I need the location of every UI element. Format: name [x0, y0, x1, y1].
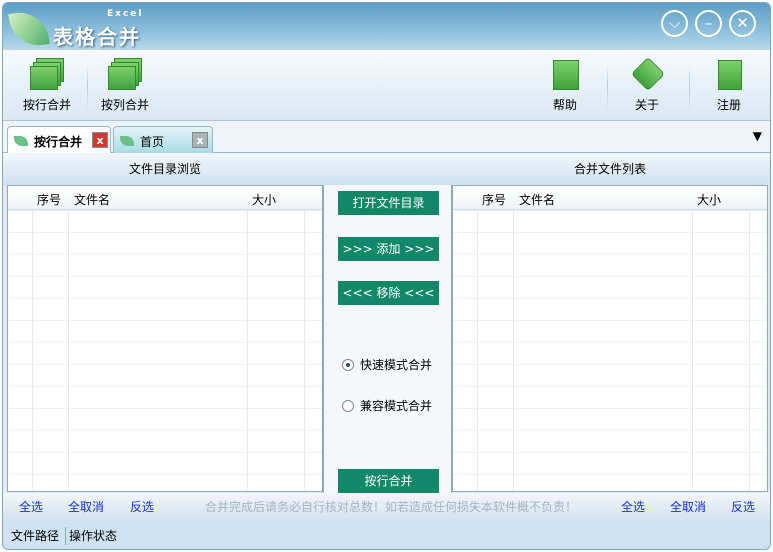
toolbar: 按行合并 按列合并 帮助 关于 注册 — [3, 50, 770, 121]
right-panel-title: 合并文件列表 — [573, 162, 646, 176]
disclaimer-text: 合并完成后请务必自行核对总数！如若造成任何损失本软件概不负责！ — [205, 500, 578, 514]
merge-button[interactable]: 按行合并 — [338, 469, 439, 493]
leaf-logo-icon — [8, 8, 50, 50]
compat-mode-radio[interactable]: 兼容模式合并 — [342, 397, 432, 414]
right-invert-link[interactable]: 反选 — [731, 493, 755, 521]
merge-list-grid[interactable]: 序号 文件名 大小 — [452, 185, 768, 492]
help-book-icon — [548, 58, 582, 90]
tab-home[interactable]: 首页 x — [113, 126, 213, 153]
open-directory-button[interactable]: 打开文件目录 — [338, 191, 439, 215]
col-index[interactable]: 序号 — [482, 191, 506, 208]
merge-by-col-button[interactable]: 按列合并 — [95, 58, 155, 113]
about-button[interactable]: 关于 — [617, 57, 677, 113]
col-index[interactable]: 序号 — [37, 191, 61, 208]
divider — [65, 527, 66, 545]
tab-label: 按行合并 — [34, 135, 83, 149]
left-invert-link[interactable]: 反选 — [130, 493, 154, 521]
leaf-icon — [14, 136, 28, 146]
status-path: 文件路径 — [11, 529, 60, 543]
divider — [607, 64, 608, 112]
fast-mode-radio[interactable]: 快速模式合并 — [342, 356, 432, 373]
help-button[interactable]: 帮助 — [535, 58, 595, 113]
radio-label: 快速模式合并 — [360, 358, 433, 372]
center-controls: 打开文件目录 >>> 添加 >>> <<< 移除 <<< 快速模式合并 兼容模式… — [323, 185, 452, 493]
grid-header: 序号 文件名 大小 — [453, 186, 767, 210]
app-title: 表格合并 — [53, 25, 141, 49]
status-state: 操作状态 — [69, 529, 118, 543]
dropdown-icon[interactable]: ⌵ — [661, 10, 688, 37]
tab-merge-by-row[interactable]: 按行合并 x — [7, 126, 111, 153]
divider — [689, 64, 690, 112]
left-panel-title: 文件目录浏览 — [128, 162, 201, 176]
tab-strip: 按行合并 x 首页 x ▼ — [3, 121, 770, 153]
sheets-icon — [30, 58, 64, 90]
merge-by-row-button[interactable]: 按行合并 — [17, 58, 77, 113]
left-deselect-all-link[interactable]: 全取消 — [68, 493, 104, 521]
remove-button[interactable]: <<< 移除 <<< — [338, 281, 439, 305]
col-size[interactable]: 大小 — [252, 191, 276, 208]
title-bar: Excel 表格合并 ⌵ – ✕ — [3, 3, 770, 50]
merge-by-row-label: 按行合并 — [22, 98, 71, 112]
sheets-icon — [108, 58, 142, 90]
footer-links: 全选 全取消 反选 合并完成后请务必自行核对总数！如若造成任何损失本软件概不负责… — [3, 493, 770, 521]
grid-header: 序号 文件名 大小 — [8, 186, 322, 210]
register-button[interactable]: 注册 — [699, 58, 759, 113]
about-label: 关于 — [634, 98, 659, 112]
left-select-all-link[interactable]: 全选 — [19, 493, 43, 521]
minimize-icon[interactable]: – — [695, 10, 722, 37]
help-label: 帮助 — [552, 98, 577, 112]
app-subtitle: Excel — [107, 9, 144, 19]
radio-label: 兼容模式合并 — [360, 399, 433, 413]
app-window: Excel 表格合并 ⌵ – ✕ 按行合并 按列合并 帮助 关于 注册 按行合并… — [2, 2, 771, 550]
tab-close-icon[interactable]: x — [192, 132, 208, 148]
document-icon — [712, 58, 746, 90]
col-size[interactable]: 大小 — [697, 191, 721, 208]
tab-close-icon[interactable]: x — [92, 132, 108, 148]
merge-by-col-label: 按列合并 — [100, 98, 149, 112]
section-header: 文件目录浏览 合并文件列表 — [3, 153, 770, 185]
leaf-icon — [120, 136, 134, 146]
status-bar: 文件路径 操作状态 — [3, 521, 770, 549]
right-select-all-link[interactable]: 全选 — [621, 493, 645, 521]
add-button[interactable]: >>> 添加 >>> — [338, 237, 439, 261]
right-deselect-all-link[interactable]: 全取消 — [670, 493, 706, 521]
register-label: 注册 — [716, 98, 741, 112]
divider — [87, 64, 88, 112]
file-browser-grid[interactable]: 序号 文件名 大小 — [7, 185, 323, 492]
tag-icon — [630, 57, 665, 91]
tab-label: 首页 — [140, 135, 165, 149]
tab-menu-icon[interactable]: ▼ — [753, 129, 762, 143]
close-icon[interactable]: ✕ — [729, 10, 756, 37]
col-filename[interactable]: 文件名 — [74, 191, 110, 208]
col-filename[interactable]: 文件名 — [519, 191, 555, 208]
